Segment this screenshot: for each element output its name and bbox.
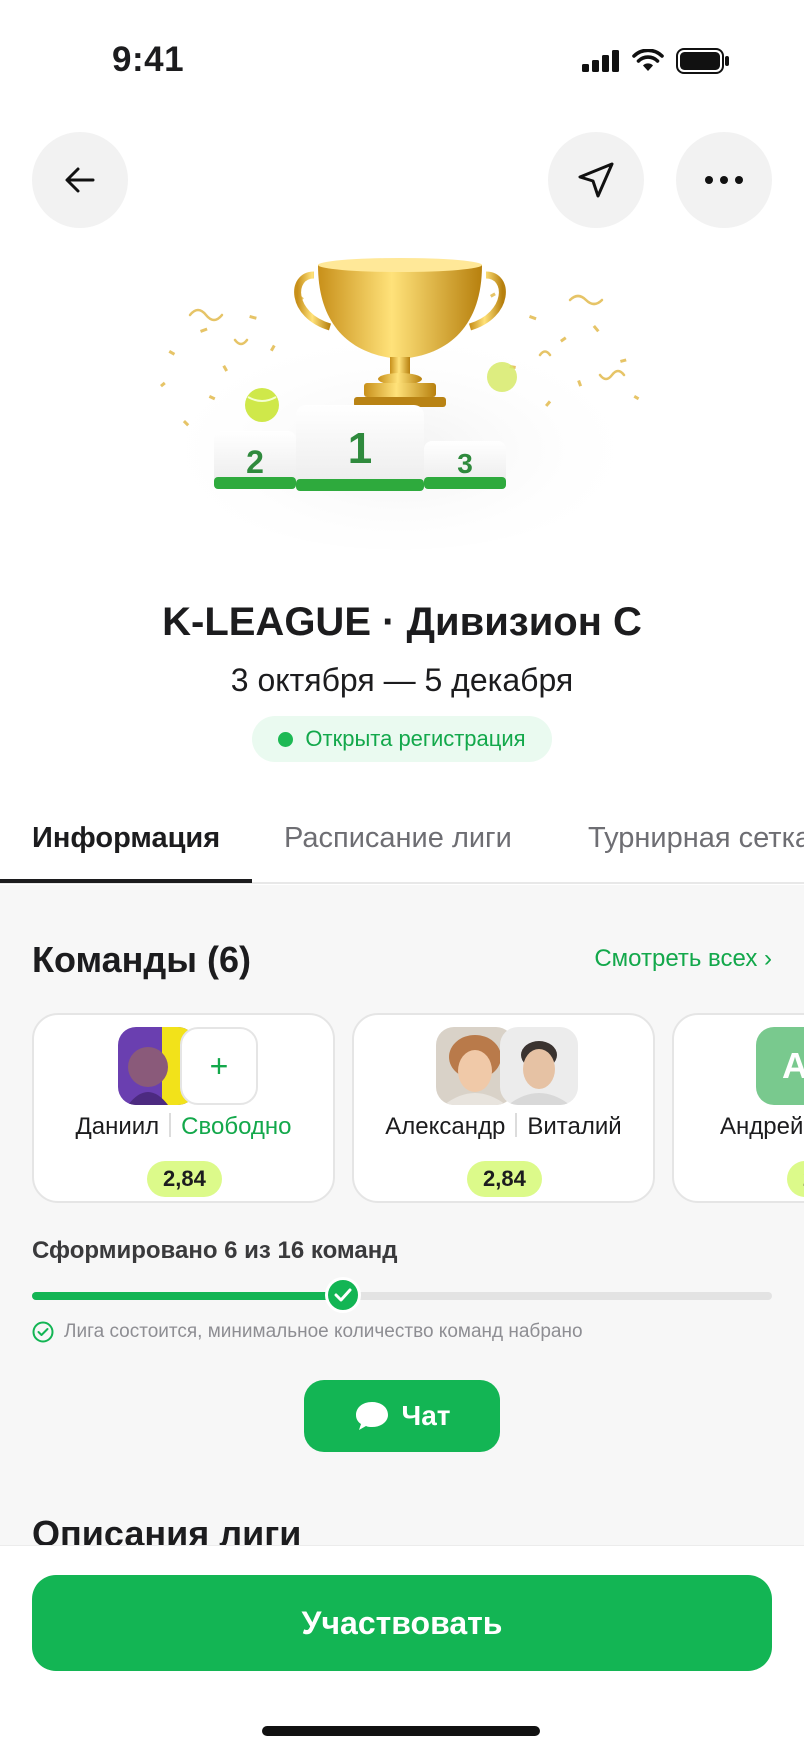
check-icon: [334, 1288, 352, 1302]
team-names: Александр Виталий: [354, 1113, 653, 1141]
chat-button[interactable]: Чат: [304, 1380, 500, 1452]
home-indicator[interactable]: [262, 1726, 540, 1736]
paper-plane-icon: [578, 162, 614, 198]
team-avatars: А: [674, 1027, 804, 1107]
free-slot-label: Свободно: [181, 1113, 292, 1140]
chat-bubble-icon: [355, 1402, 388, 1430]
podium-third-label: 3: [457, 448, 473, 479]
player-name: Виталий: [527, 1113, 622, 1140]
status-icons: [582, 48, 730, 74]
registration-status-text: Открыта регистрация: [305, 726, 526, 751]
bottom-action-bar: Участвовать: [0, 1545, 804, 1748]
trophy-podium-illustration: 1 2 3: [150, 258, 650, 550]
wifi-icon: [632, 49, 664, 71]
team-rating-badge: 2,84: [147, 1161, 222, 1197]
league-note-text: Лига состоится, минимальное количество к…: [64, 1321, 583, 1342]
more-button[interactable]: [676, 132, 772, 228]
participate-button-label: Участвовать: [301, 1604, 503, 1641]
teams-formed-text: Сформировано 6 из 16 команд: [32, 1237, 398, 1264]
league-title: K-LEAGUE · Дивизион С: [162, 600, 642, 644]
teams-progress-bar: [32, 1277, 772, 1313]
podium-second-label: 2: [246, 444, 264, 480]
podium-first-label: 1: [348, 424, 372, 473]
signal-icon: [582, 50, 619, 72]
league-dates: 3 октября — 5 декабря: [230, 662, 574, 698]
name-separator: [169, 1113, 172, 1137]
check-circle-icon: [32, 1321, 54, 1343]
plus-icon: +: [209, 1047, 229, 1084]
battery-icon: [676, 48, 729, 74]
share-button[interactable]: [548, 132, 644, 228]
avatar: [500, 1027, 578, 1105]
tab-bracket[interactable]: Турнирная сетка: [588, 822, 804, 855]
team-card[interactable]: Александр Виталий 2,84: [352, 1013, 655, 1203]
status-time: 9:41: [112, 40, 185, 79]
status-bar: 9:41: [0, 0, 804, 130]
team-rating-badge: 2,84: [467, 1161, 542, 1197]
league-confirmed-note: Лига состоится, минимальное количество к…: [32, 1321, 583, 1343]
team-card[interactable]: А Андрей 2,84: [672, 1013, 804, 1203]
status-dot-icon: [278, 731, 294, 747]
team-rating-badge: 2,84: [787, 1161, 804, 1197]
name-separator: [515, 1113, 518, 1137]
chat-button-label: Чат: [401, 1400, 451, 1431]
tab-schedule[interactable]: Расписание лиги: [284, 822, 512, 855]
more-dots-icon: [705, 176, 743, 184]
add-player-button[interactable]: +: [180, 1027, 258, 1105]
team-names: Даниил Свободно: [34, 1113, 333, 1141]
avatar: А: [756, 1027, 804, 1105]
participate-button[interactable]: Участвовать: [32, 1575, 772, 1671]
phone-screen: 9:41 1 2 3 K-LEAGUE · Дивизион С 3 октяб…: [0, 0, 804, 1748]
progress-marker: [324, 1277, 361, 1313]
player-name: Андрей: [720, 1113, 804, 1140]
progress-fill: [32, 1292, 343, 1300]
player-name: Александр: [385, 1113, 506, 1140]
arrow-left-icon: [65, 167, 95, 193]
team-names: Андрей: [720, 1113, 804, 1141]
info-section: Команды (6) Смотреть всех › + Даниил Своб…: [0, 885, 804, 1545]
player-name: Даниил: [75, 1113, 160, 1140]
teams-title: Команды (6): [32, 939, 252, 980]
tab-bar: Информация Расписание лиги Турнирная сет…: [0, 810, 804, 884]
team-card[interactable]: + Даниил Свободно 2,84: [32, 1013, 335, 1203]
back-button[interactable]: [32, 132, 128, 228]
team-avatars: [354, 1027, 653, 1107]
description-title: Описания лиги: [32, 1513, 302, 1545]
tab-info[interactable]: Информация: [32, 822, 220, 855]
team-avatars: +: [34, 1027, 333, 1107]
tennis-ball-icon: [487, 362, 517, 392]
registration-status-badge: Открыта регистрация: [252, 716, 552, 762]
tennis-ball-icon: [245, 388, 279, 422]
see-all-link[interactable]: Смотреть всех ›: [594, 945, 772, 973]
active-tab-indicator: [0, 879, 252, 883]
